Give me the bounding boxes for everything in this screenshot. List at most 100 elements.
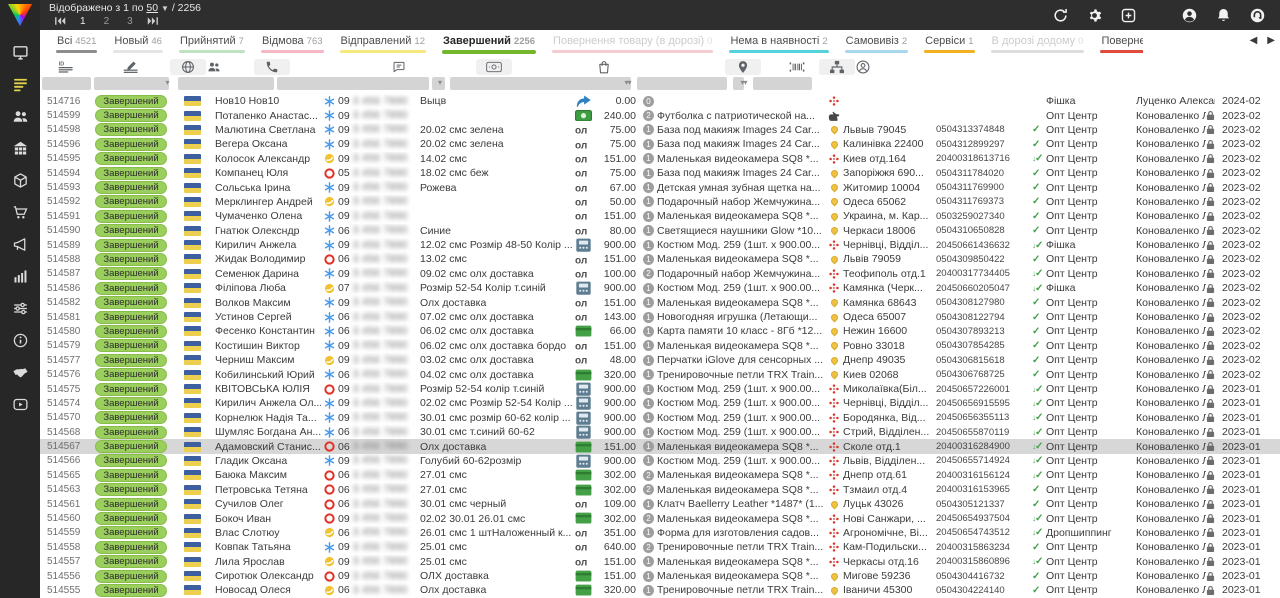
table-row[interactable]: 514588ЗавершенийЖидак Володимир063 456 7… <box>40 252 1280 266</box>
table-row[interactable]: 514586ЗавершенийФіліпова Люба073 456 789… <box>40 281 1280 295</box>
tab-новый[interactable]: Новый46 <box>105 30 171 57</box>
page-number[interactable]: 3 <box>118 16 142 27</box>
tabs-scroll-right-icon[interactable]: ▶ <box>1267 35 1275 46</box>
table-row[interactable]: 514593ЗавершенийСольська Ірина093 456 78… <box>40 180 1280 194</box>
table-row[interactable]: 514566ЗавершенийГладик Оксана093 456 789… <box>40 454 1280 468</box>
filter-product-input[interactable]: ▾ <box>450 77 631 90</box>
phone-prefix: 09 <box>338 182 350 194</box>
table-row[interactable]: 514599ЗавершенийПотапенко Анастас...093 … <box>40 108 1280 122</box>
account-icon[interactable] <box>1181 7 1198 24</box>
tab-завершений[interactable]: Завершений2256 <box>434 30 544 57</box>
order-id: 514574 <box>40 396 92 410</box>
sidebar-item-products[interactable] <box>0 164 40 196</box>
table-row[interactable]: 514575ЗавершенийКВІТОВСЬКА ЮЛІЯ093 456 7… <box>40 382 1280 396</box>
page-size-dropdown[interactable]: 50 <box>146 2 158 14</box>
table-row[interactable]: 514556ЗавершенийСиротюк Олександр093 456… <box>40 569 1280 583</box>
tabs-scroll-left-icon[interactable]: ◀ <box>1250 35 1258 46</box>
table-row[interactable]: 514582ЗавершенийВолков Максим093 456 789… <box>40 295 1280 309</box>
filter-date-input[interactable] <box>753 77 812 90</box>
table-row[interactable]: 514581ЗавершенийУстинов Сергей063 456 78… <box>40 310 1280 324</box>
lock-icon <box>1206 355 1215 366</box>
table-row[interactable]: 514559ЗавершенийВлас Слотюу063 456 78902… <box>40 526 1280 540</box>
table-row[interactable]: 514579ЗавершенийКостишин Виктор093 456 7… <box>40 339 1280 353</box>
gear-icon[interactable] <box>1086 7 1103 24</box>
sidebar-item-customers[interactable] <box>0 100 40 132</box>
page-number[interactable]: 2 <box>95 16 119 27</box>
filter-payment-dropdown[interactable]: ▾ <box>432 77 445 90</box>
filter-comment-input[interactable] <box>277 77 429 90</box>
table-row[interactable]: 514558ЗавершенийКовпак Татьяна093 456 78… <box>40 540 1280 554</box>
table-row[interactable]: 514560ЗавершенийБокоч Иван093 456 789002… <box>40 511 1280 525</box>
table-row[interactable]: 514557ЗавершенийЛила Ярослав093 456 7890… <box>40 555 1280 569</box>
refresh-icon[interactable] <box>1052 7 1069 24</box>
manager-name: Коноваленко Ли... <box>1136 325 1206 337</box>
phone-cell: 063 456 7890 <box>321 526 420 540</box>
table-row[interactable]: 514591ЗавершенийЧумаченко Олена093 456 7… <box>40 209 1280 223</box>
manager-name: Коноваленко Ли... <box>1136 225 1206 237</box>
table-row[interactable]: 514565ЗавершенийБаюка Максим063 456 7890… <box>40 468 1280 482</box>
support-headset-icon[interactable] <box>1249 7 1266 24</box>
sidebar-item-partners-handshake[interactable] <box>0 356 40 388</box>
table-row[interactable]: 514594ЗавершенийКомпанец Юля053 456 7890… <box>40 166 1280 180</box>
last-page-icon[interactable] <box>142 15 164 27</box>
tab-всі[interactable]: Всі4521 <box>48 30 105 57</box>
table-row[interactable]: 514577ЗавершенийЧерниш Максим093 456 789… <box>40 353 1280 367</box>
delivery-city: Бородянка, Від... <box>843 411 936 425</box>
tab-відмова[interactable]: Відмова763 <box>253 30 332 57</box>
order-status-cell: Завершений <box>92 281 170 295</box>
sidebar-item-warehouse[interactable] <box>0 132 40 164</box>
table-row[interactable]: 514555ЗавершенийНовосад Олеся063 456 789… <box>40 583 1280 597</box>
table-row[interactable]: 514590ЗавершенийГнатюк Олексндр063 456 7… <box>40 224 1280 238</box>
table-row[interactable]: 514570ЗавершенийКорнелюк Надія Та...093 … <box>40 411 1280 425</box>
tracking-check-cell: ↓✓ <box>1032 454 1046 468</box>
svg-text:ол: ол <box>575 298 587 308</box>
order-status-cell: Завершений <box>92 94 170 108</box>
tab-повернення-товару-в-дорозі-[interactable]: Повернення товару (в дорозі)0 <box>544 30 721 57</box>
filter-id-input[interactable] <box>42 77 91 90</box>
table-row[interactable]: 514576ЗавершенийКобилинський Юрий063 456… <box>40 367 1280 381</box>
table-row[interactable]: 514563ЗавершенийПетровська Тетяна063 456… <box>40 483 1280 497</box>
page-number[interactable]: 1 <box>71 16 95 27</box>
order-id: 514575 <box>40 382 92 396</box>
first-page-icon[interactable] <box>49 15 71 27</box>
delivery-city: Днепр 49035 <box>843 353 936 367</box>
tab-повернення-завершений-[interactable]: Повернення (завершений)125 <box>1092 30 1143 57</box>
fulfillment-type: Фішка <box>1046 94 1136 108</box>
filter-city-input[interactable] <box>637 77 727 90</box>
table-row[interactable]: 514580ЗавершенийФесенко Константин063 45… <box>40 324 1280 338</box>
table-row[interactable]: 514574ЗавершенийКирилич Анжела Ол...093 … <box>40 396 1280 410</box>
sidebar-item-procurement-cart[interactable] <box>0 196 40 228</box>
table-row[interactable]: 514567ЗавершенийАдамовский Станис...063 … <box>40 439 1280 453</box>
tab-нема-в-наявності[interactable]: Нема в наявності2 <box>721 30 836 57</box>
sidebar-item-settings-sliders[interactable] <box>0 292 40 324</box>
sidebar-item-info[interactable] <box>0 324 40 356</box>
filter-status-input[interactable] <box>94 77 169 90</box>
table-row[interactable]: 514596ЗавершенийВегера Оксана093 456 789… <box>40 137 1280 151</box>
tab-самовивіз[interactable]: Самовивіз2 <box>837 30 916 57</box>
sidebar-item-marketing-megaphone[interactable] <box>0 228 40 260</box>
tab-прийнятий[interactable]: Прийнятий7 <box>171 30 253 57</box>
check-icon: ✓ <box>1032 254 1040 265</box>
table-row[interactable]: 514592ЗавершенийМерклингер Андрей093 456… <box>40 195 1280 209</box>
tab-в-дорозі-додому[interactable]: В дорозі додому0 <box>983 30 1093 57</box>
table-row[interactable]: 514595ЗавершенийКолосок Александр093 456… <box>40 152 1280 166</box>
order-status-cell: Завершений <box>92 267 170 281</box>
tab-сервіси[interactable]: Сервіси1 <box>916 30 982 57</box>
table-row[interactable]: 514587ЗавершенийСеменюк Дарина093 456 78… <box>40 267 1280 281</box>
notifications-bell-icon[interactable] <box>1215 7 1232 24</box>
sidebar-item-orders-list[interactable] <box>0 68 40 100</box>
lock-icon <box>1206 153 1215 164</box>
product-name: Маленькая видеокамера SQ8 *... <box>657 441 819 453</box>
table-row[interactable]: 514716ЗавершенийНов10 Нов10093 456 7890В… <box>40 94 1280 108</box>
add-icon[interactable] <box>1120 7 1137 24</box>
table-row[interactable]: 514598ЗавершенийМалютина Светлана093 456… <box>40 123 1280 137</box>
sidebar-item-video-tutorials[interactable] <box>0 388 40 420</box>
sidebar-item-statistics-chart[interactable] <box>0 260 40 292</box>
table-row[interactable]: 514589ЗавершенийКирилич Анжела093 456 78… <box>40 238 1280 252</box>
filter-phone-input[interactable] <box>178 77 274 90</box>
order-id: 514566 <box>40 454 92 468</box>
sidebar-item-monitor[interactable] <box>0 36 40 68</box>
tab-відправлений[interactable]: Відправлений12 <box>332 30 434 57</box>
table-row[interactable]: 514568ЗавершенийШумляс Богдана Ан...063 … <box>40 425 1280 439</box>
table-row[interactable]: 514561ЗавершенийСучилов Олег063 456 7890… <box>40 497 1280 511</box>
